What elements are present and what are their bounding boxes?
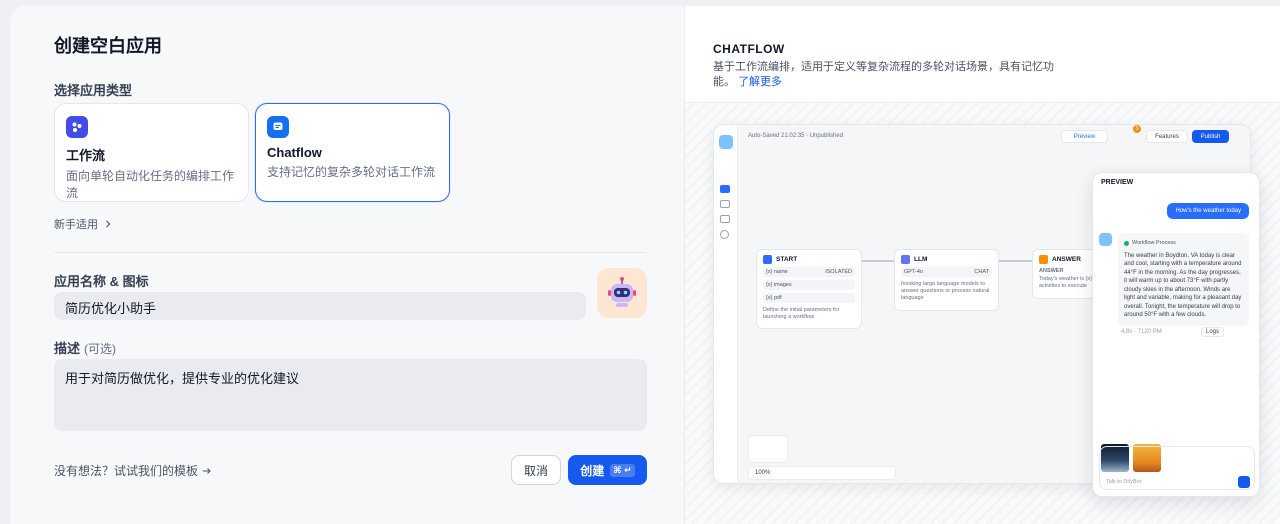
start-icon (763, 255, 772, 264)
mock-start-node: START {x} name ISOLATED {x} images {x} pd… (756, 249, 862, 329)
chatflow-card-desc: 支持记忆的复杂多轮对话工作流 (267, 165, 436, 179)
llm-title: LLM (914, 256, 928, 263)
app-type-chatflow-card[interactable]: Chatflow 支持记忆的复杂多轮对话工作流 (255, 103, 450, 202)
llm-desc: Invoking large language models to answer… (901, 281, 990, 301)
app-icon-picker[interactable] (597, 268, 647, 318)
info-panel: CHATFLOW 基于工作流编排，适用于定义等复杂流程的多轮对话场景，具有记忆功… (684, 6, 1280, 524)
newbie-link-label: 新手适用 (54, 219, 98, 231)
robot-icon (608, 277, 636, 307)
app-type-label: 选择应用类型 (54, 83, 133, 98)
template-link[interactable]: 没有想法？试试我们的模板 (54, 462, 212, 479)
form-panel: 创建空白应用 选择应用类型 工作流 面向单轮自动化任务的编排工作流 Chatfl… (10, 6, 684, 524)
mock-preview-title: PREVIEW (1101, 179, 1134, 186)
mock-zoom-value: 100% (755, 470, 771, 476)
workflow-card-title: 工作流 (66, 148, 106, 163)
start-title: START (776, 256, 798, 263)
info-title: CHATFLOW (713, 42, 785, 56)
mock-logs-button: Logs (1201, 327, 1225, 337)
start-desc: Define the initial parameters for launch… (763, 307, 840, 320)
mock-input-placeholder: Talk to DifyBot (1106, 479, 1142, 485)
dialog-title: 创建空白应用 (54, 36, 162, 56)
description-textarea[interactable]: 用于对简历做优化，提供专业的优化建议 (54, 359, 647, 431)
start-var-name: {x} name (766, 269, 788, 275)
template-link-label: 没有想法？试试我们的模板 (54, 464, 199, 478)
chatflow-card-title: Chatflow (267, 145, 322, 160)
mock-process-label: Workflow Process (1132, 240, 1176, 246)
mock-llm-node: LLM GPT-4o CHAT Invoking large language m… (894, 249, 999, 311)
info-desc: 基于工作流编排，适用于定义等复杂流程的多轮对话场景，具有记忆功能。 了解更多 (713, 60, 1058, 90)
check-icon (1124, 240, 1129, 246)
workflow-card-desc: 面向单轮自动化任务的编排工作流 (66, 169, 235, 200)
app-type-workflow-card[interactable]: 工作流 面向单轮自动化任务的编排工作流 (54, 103, 249, 202)
mock-user-message: How's the weather today (1167, 203, 1249, 219)
llm-model: GPT-4o (904, 269, 923, 275)
mock-answer-bubble: Workflow Process The weather in Boydton,… (1118, 233, 1249, 326)
shortcut-hint: ⌘ ↵ (610, 463, 635, 477)
send-icon (1238, 476, 1250, 488)
mock-answer-text: The weather in Boydton, VA today is clea… (1124, 252, 1242, 319)
mock-answer-meta: 4.8s · 7120 PM (1121, 329, 1162, 335)
create-button[interactable]: 创建 ⌘ ↵ (568, 455, 647, 485)
chatflow-icon (267, 116, 289, 138)
mock-bot-avatar (1099, 233, 1112, 246)
arrow-right-icon (203, 467, 211, 474)
desc-optional: (可选) (84, 342, 117, 356)
start-var-name: {x} pdf (766, 295, 782, 301)
learn-more-link[interactable]: 了解更多 (738, 76, 782, 88)
desc-label: 描述 (54, 341, 81, 356)
mock-chat-input: Talk to DifyBot (1099, 446, 1255, 490)
mock-minimap (748, 435, 788, 463)
divider (54, 252, 646, 253)
app-name-input[interactable]: 简历优化小助手 (54, 292, 586, 320)
create-app-dialog: 创建空白应用 选择应用类型 工作流 面向单轮自动化任务的编排工作流 Chatfl… (10, 6, 1280, 524)
llm-icon (901, 255, 910, 264)
start-var-type: ISOLATED (825, 269, 852, 275)
start-var-name: {x} images (766, 282, 792, 288)
cancel-button[interactable]: 取消 (511, 455, 561, 485)
answer-title: ANSWER (1052, 256, 1081, 263)
answer-icon (1039, 255, 1048, 264)
chevron-right-icon (106, 220, 111, 228)
create-button-label: 创建 (580, 463, 605, 478)
llm-mode: CHAT (974, 269, 989, 275)
desc-label-row: 描述 (可选) (54, 338, 116, 357)
newbie-link[interactable]: 新手适用 (54, 216, 112, 232)
mock-preview-panel: PREVIEW How's the weather today Workflow… (1092, 172, 1260, 497)
workflow-icon (66, 116, 88, 138)
name-icon-label: 应用名称 & 图标 (54, 274, 149, 289)
mock-zoom-bar: 100% (748, 466, 896, 480)
